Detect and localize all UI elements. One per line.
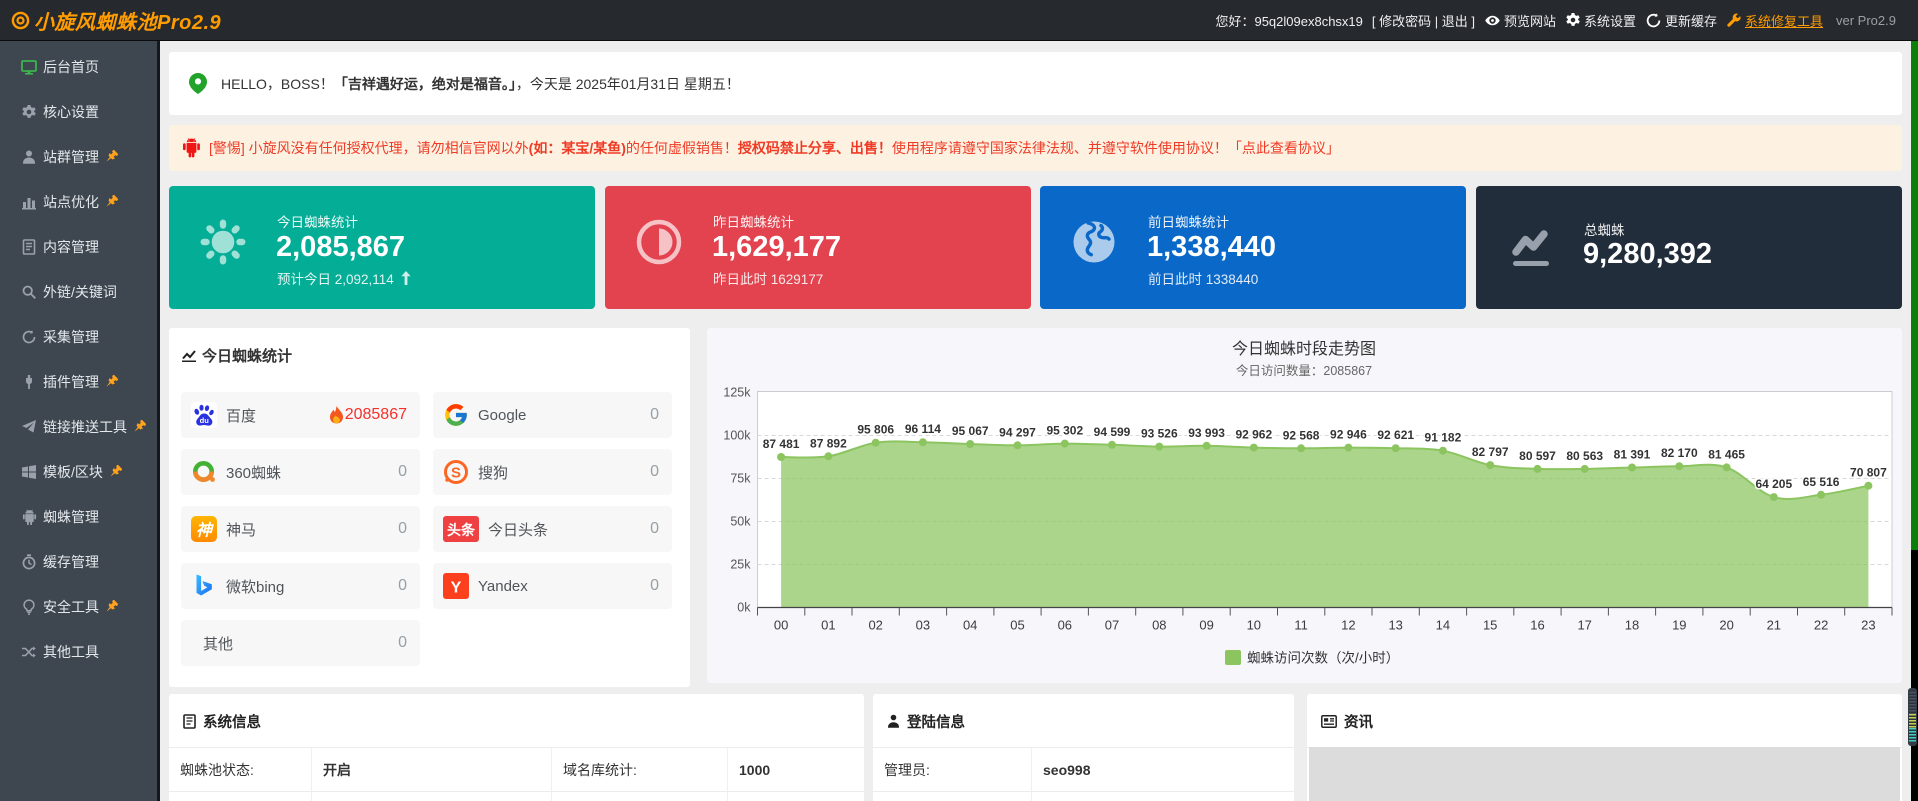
svg-text:00: 00 xyxy=(774,618,788,633)
svg-text:96 114: 96 114 xyxy=(905,422,941,436)
svg-text:23: 23 xyxy=(1861,618,1875,633)
svg-text:92 621: 92 621 xyxy=(1377,428,1414,442)
svg-text:80 563: 80 563 xyxy=(1566,449,1603,463)
svg-text:92 962: 92 962 xyxy=(1235,428,1272,442)
svg-text:蜘蛛访问次数（次/小时）: 蜘蛛访问次数（次/小时） xyxy=(1247,651,1399,666)
svg-text:今日蜘蛛时段走势图: 今日蜘蛛时段走势图 xyxy=(1232,340,1376,358)
svg-text:95 806: 95 806 xyxy=(857,423,894,437)
svg-text:神: 神 xyxy=(196,522,214,540)
svg-text:80 597: 80 597 xyxy=(1519,449,1556,463)
svg-text:87 892: 87 892 xyxy=(810,436,847,450)
svg-text:04: 04 xyxy=(963,618,977,633)
svg-text:92 946: 92 946 xyxy=(1330,428,1367,442)
svg-text:19: 19 xyxy=(1672,618,1686,633)
svg-text:94 297: 94 297 xyxy=(999,425,1036,439)
svg-text:91 182: 91 182 xyxy=(1425,431,1462,445)
svg-text:07: 07 xyxy=(1105,618,1119,633)
svg-text:S: S xyxy=(451,465,461,482)
svg-text:64 205: 64 205 xyxy=(1755,477,1792,491)
svg-text:今日访问数量：2085867: 今日访问数量：2085867 xyxy=(1236,363,1372,378)
svg-text:81 391: 81 391 xyxy=(1614,448,1651,462)
svg-text:95 067: 95 067 xyxy=(952,424,989,438)
svg-text:95 302: 95 302 xyxy=(1046,424,1083,438)
svg-text:87 481: 87 481 xyxy=(763,437,800,451)
svg-text:17: 17 xyxy=(1577,618,1591,633)
svg-text:94 599: 94 599 xyxy=(1094,425,1131,439)
svg-text:65 516: 65 516 xyxy=(1803,475,1840,489)
svg-text:15: 15 xyxy=(1483,618,1497,633)
svg-text:头条: 头条 xyxy=(447,522,476,538)
svg-text:50k: 50k xyxy=(730,515,751,529)
svg-text:01: 01 xyxy=(821,618,835,633)
svg-text:03: 03 xyxy=(916,618,930,633)
svg-text:Y: Y xyxy=(451,580,462,597)
svg-text:11: 11 xyxy=(1294,618,1308,633)
svg-text:81 465: 81 465 xyxy=(1708,447,1745,461)
svg-text:05: 05 xyxy=(1010,618,1024,633)
svg-text:16: 16 xyxy=(1530,618,1544,633)
svg-text:08: 08 xyxy=(1152,618,1166,633)
svg-text:du: du xyxy=(200,416,210,425)
svg-text:09: 09 xyxy=(1199,618,1213,633)
svg-text:82 797: 82 797 xyxy=(1472,445,1509,459)
svg-text:21: 21 xyxy=(1767,618,1781,633)
svg-text:18: 18 xyxy=(1625,618,1639,633)
svg-text:13: 13 xyxy=(1388,618,1402,633)
svg-text:20: 20 xyxy=(1719,618,1733,633)
svg-text:93 526: 93 526 xyxy=(1141,427,1178,441)
svg-text:0k: 0k xyxy=(737,601,751,615)
svg-text:22: 22 xyxy=(1814,618,1828,633)
svg-text:93 993: 93 993 xyxy=(1188,426,1225,440)
svg-text:82 170: 82 170 xyxy=(1661,446,1698,460)
svg-text:70 807: 70 807 xyxy=(1850,466,1887,480)
svg-text:100k: 100k xyxy=(723,429,751,443)
svg-text:10: 10 xyxy=(1247,618,1261,633)
svg-text:12: 12 xyxy=(1341,618,1355,633)
svg-text:02: 02 xyxy=(868,618,882,633)
svg-text:14: 14 xyxy=(1436,618,1450,633)
svg-text:92 568: 92 568 xyxy=(1283,428,1320,442)
svg-text:75k: 75k xyxy=(730,472,751,486)
svg-text:125k: 125k xyxy=(723,386,751,400)
svg-text:25k: 25k xyxy=(730,558,751,572)
svg-text:06: 06 xyxy=(1058,618,1072,633)
